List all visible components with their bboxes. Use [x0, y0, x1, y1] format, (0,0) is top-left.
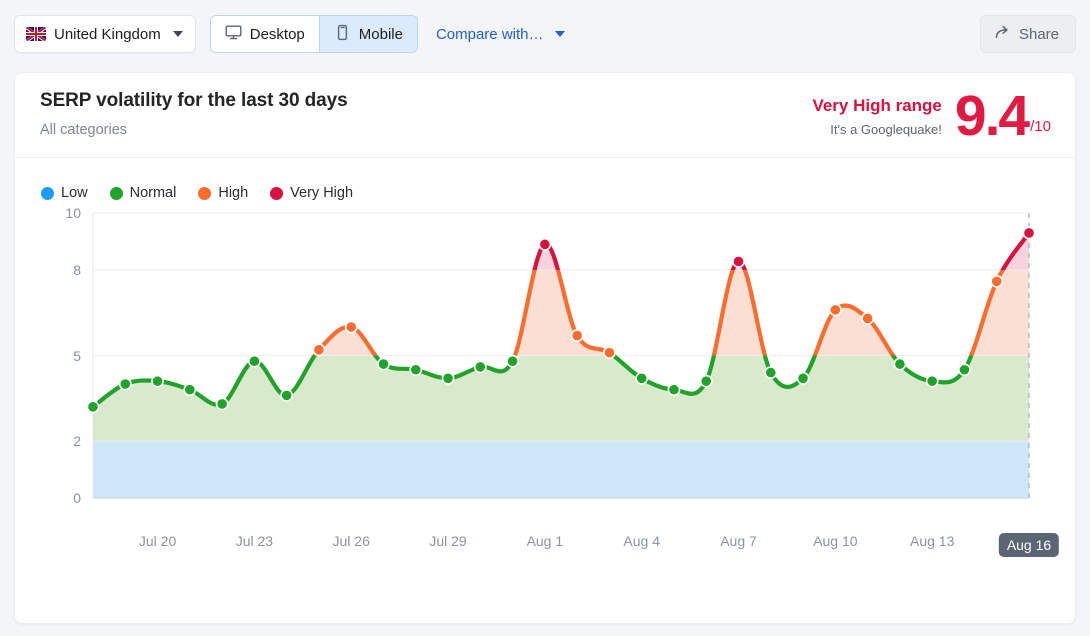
legend-label-high: High: [218, 185, 249, 201]
share-arrow-icon: [994, 24, 1011, 45]
chart-x-axis-labels: Jul 20 Jul 23 Jul 26 Jul 29 Aug 1 Aug 4 Aug 7 A…: [15, 523, 1075, 563]
legend-dot-normal: [109, 186, 123, 200]
share-button[interactable]: Share: [979, 15, 1076, 53]
device-tab-mobile-label: Mobile: [358, 25, 403, 43]
chevron-down-icon: [172, 31, 183, 37]
legend-item-low[interactable]: Low: [41, 185, 88, 201]
legend-dot-low: [41, 186, 54, 200]
volatility-card: SERP volatility for the last 30 days All…: [14, 72, 1076, 624]
uk-flag-icon: [26, 27, 46, 41]
share-label: Share: [1018, 25, 1059, 43]
x-axis-tick-jul-20: Jul 20: [138, 533, 177, 549]
x-axis-tick-aug-13: Aug 13: [909, 533, 955, 549]
y-axis-tick-5: 5: [73, 347, 81, 364]
mobile-icon: [334, 24, 351, 45]
legend-item-high[interactable]: High: [198, 185, 248, 201]
volatility-chart[interactable]: Jul 20 Jul 23 Jul 26 Jul 29 Aug 1 Aug 4 Aug 7 A…: [15, 201, 1075, 601]
x-axis-tick-aug-7: Aug 7: [720, 533, 757, 549]
top-toolbar: United Kingdom Desktop Mobile Compare wi…: [0, 0, 1090, 68]
x-axis-tick-jul-29: Jul 29: [429, 533, 467, 549]
score-range-label: Very High range: [812, 96, 942, 115]
device-tab-mobile[interactable]: Mobile: [318, 16, 417, 52]
x-axis-tick-aug-10: Aug 10: [813, 533, 858, 549]
desktop-icon: [225, 24, 242, 45]
compare-with-dropdown[interactable]: Compare with…: [436, 26, 565, 43]
legend-dot-high: [198, 186, 212, 200]
legend-item-very-high[interactable]: Very High: [270, 185, 353, 201]
score-value: 9.4: [954, 84, 1030, 148]
x-axis-tick-aug-1: Aug 1: [526, 533, 564, 549]
legend-label-very-high: Very High: [290, 185, 354, 201]
score-note: It's a Googlequake!: [830, 122, 942, 137]
country-label: United Kingdom: [54, 25, 161, 43]
x-axis-tick-jul-26: Jul 26: [332, 533, 370, 549]
chevron-down-icon: [554, 31, 565, 37]
y-axis-tick-10: 10: [65, 205, 81, 221]
score-denominator: /10: [1030, 118, 1051, 136]
legend-dot-very-high: [270, 186, 284, 200]
chart-legend: Low Normal High Very High: [15, 158, 1075, 201]
y-axis-tick-2: 2: [73, 433, 81, 449]
device-toggle-group: Desktop Mobile: [209, 15, 418, 53]
score-summary: Very High range It's a Googlequake! 9.4 …: [812, 84, 1051, 148]
score-value-block: 9.4 /10: [954, 84, 1051, 148]
x-axis-tick-jul-23: Jul 23: [235, 533, 274, 549]
x-axis-tick-aug-4: Aug 4: [623, 533, 660, 549]
x-axis-tick-today: Aug 16: [998, 533, 1060, 557]
card-header: SERP volatility for the last 30 days All…: [15, 73, 1075, 158]
score-text-block: Very High range It's a Googlequake!: [812, 93, 954, 137]
legend-label-normal: Normal: [129, 185, 177, 201]
y-axis-tick-0: 0: [73, 490, 81, 506]
page-title: SERP volatility for the last 30 days: [40, 90, 348, 111]
country-selector[interactable]: United Kingdom: [14, 15, 196, 53]
device-tab-desktop[interactable]: Desktop: [210, 16, 319, 52]
legend-item-normal[interactable]: Normal: [109, 185, 177, 201]
card-subtitle: All categories: [40, 122, 128, 138]
compare-label: Compare with…: [435, 25, 544, 43]
device-tab-desktop-label: Desktop: [249, 25, 305, 43]
y-axis-tick-8: 8: [73, 262, 81, 278]
legend-label-low: Low: [61, 185, 88, 201]
card-title-block: SERP volatility for the last 30 days All…: [40, 90, 348, 138]
